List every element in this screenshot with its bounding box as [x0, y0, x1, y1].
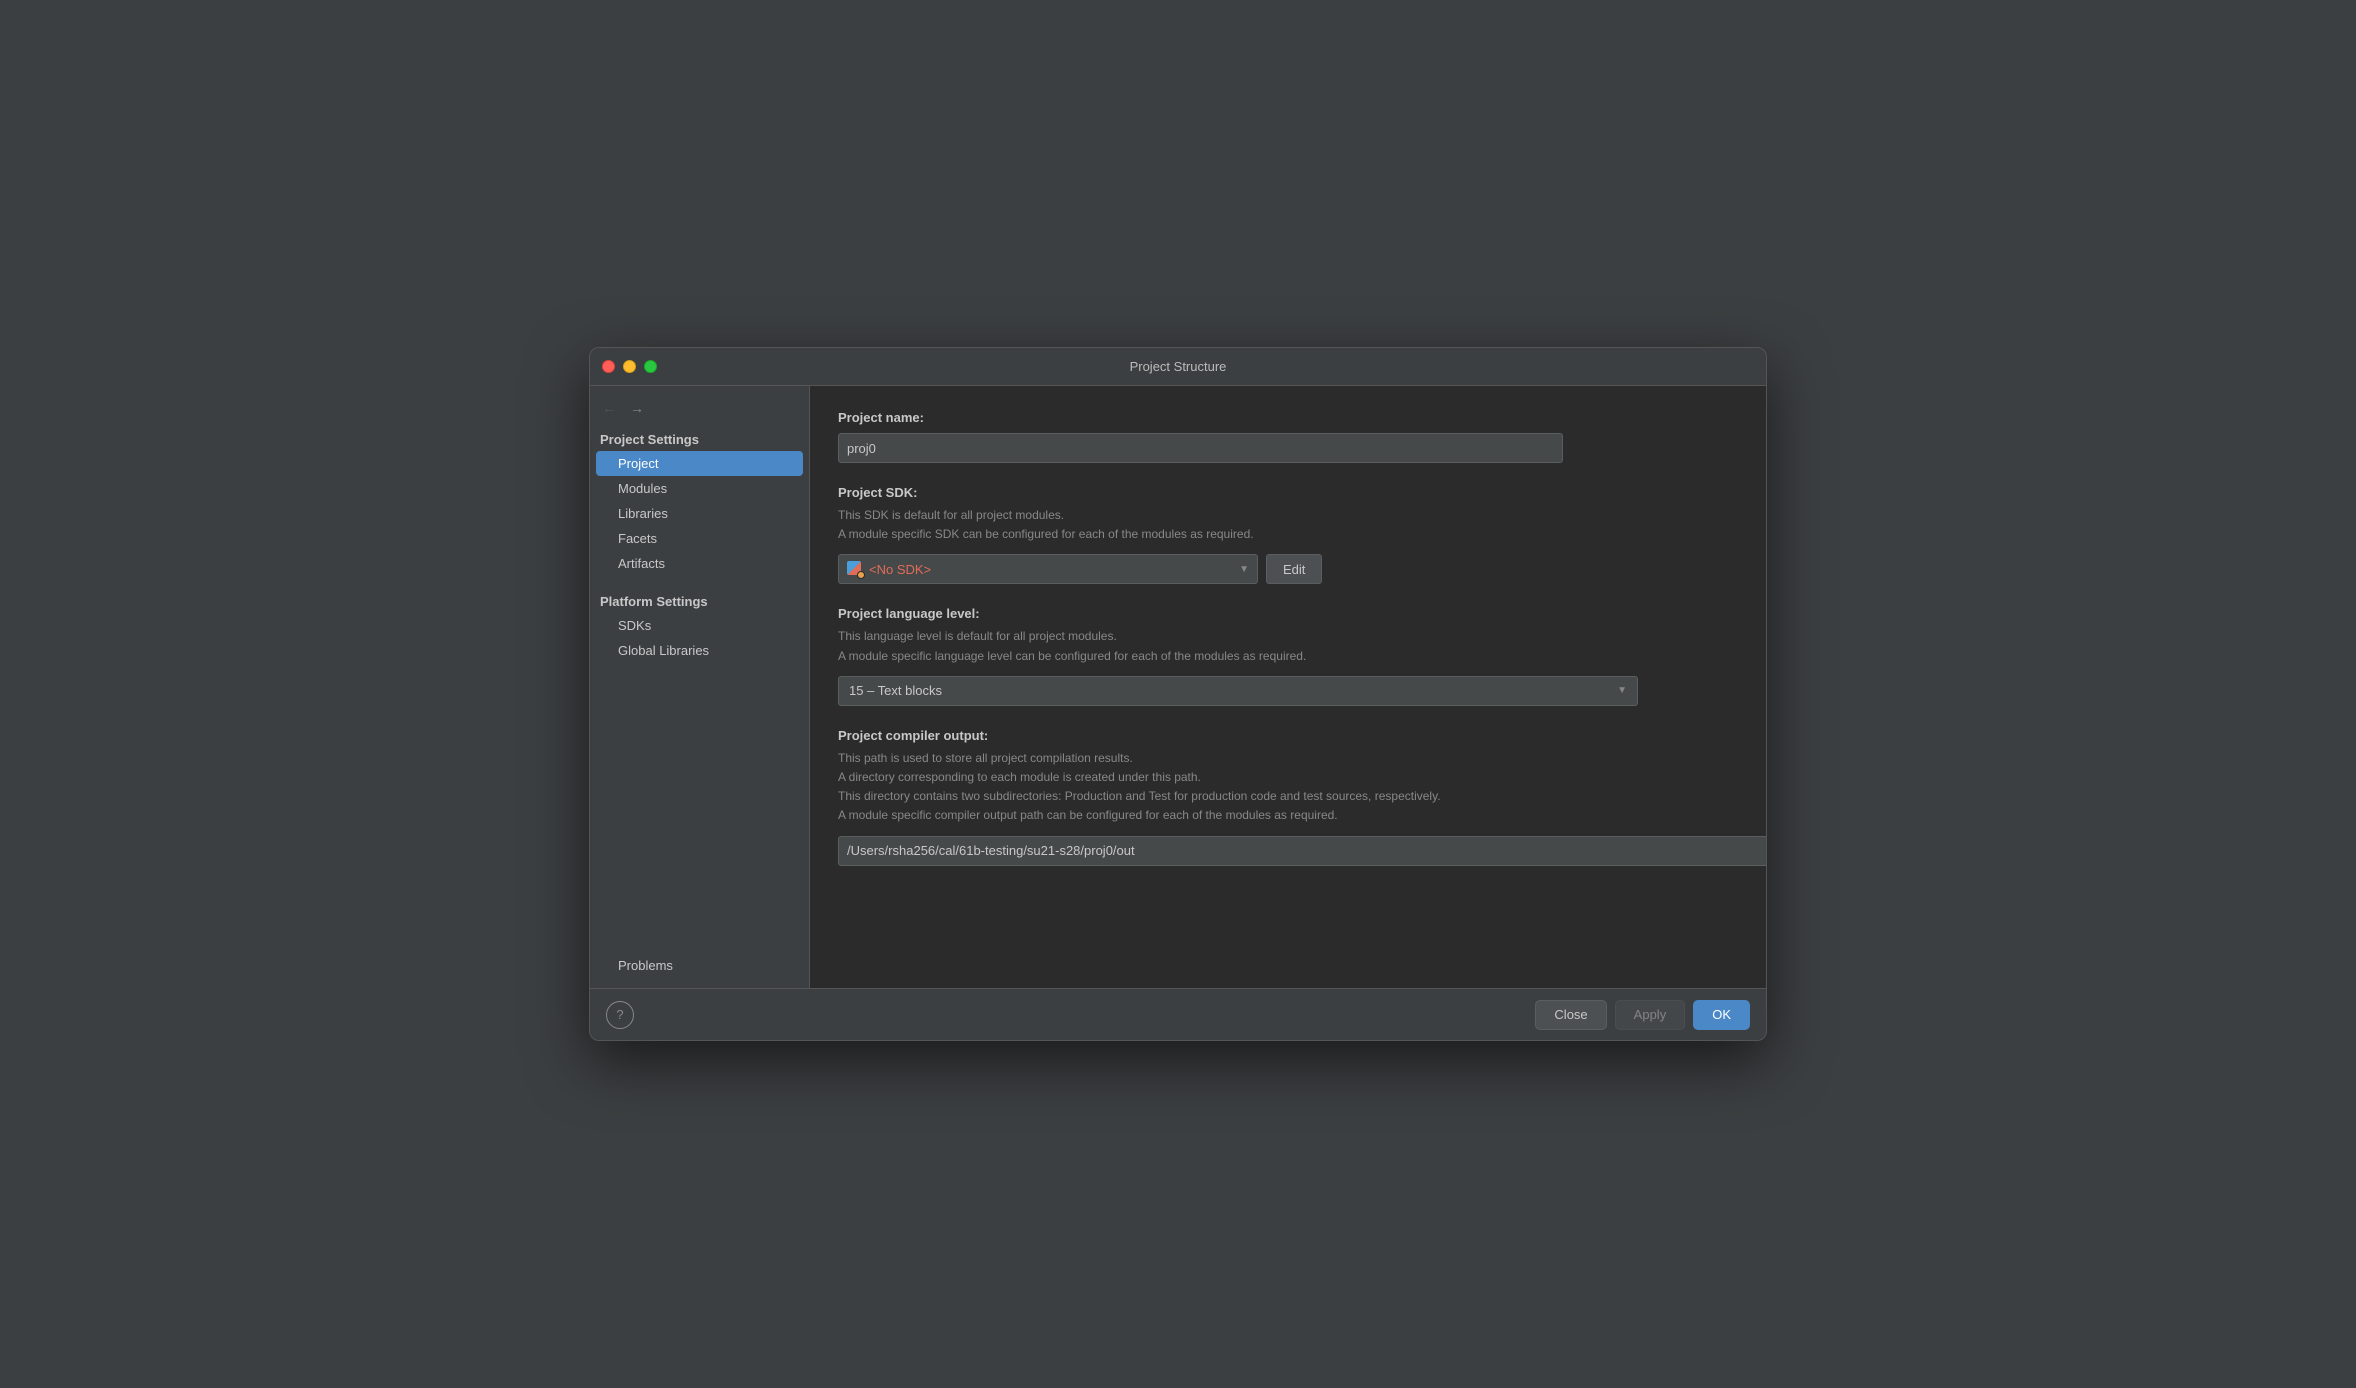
sidebar-item-libraries[interactable]: Libraries	[590, 501, 809, 526]
project-name-label: Project name:	[838, 410, 1738, 425]
close-button[interactable]: Close	[1535, 1000, 1606, 1030]
project-name-section: Project name:	[838, 410, 1738, 463]
project-sdk-desc: This SDK is default for all project modu…	[838, 506, 1738, 544]
sidebar-item-global-libraries[interactable]: Global Libraries	[590, 638, 809, 663]
sidebar-item-facets[interactable]: Facets	[590, 526, 809, 551]
sdk-icon	[847, 561, 863, 577]
ok-button[interactable]: OK	[1693, 1000, 1750, 1030]
compiler-output-section: Project compiler output: This path is us…	[838, 728, 1738, 866]
language-level-desc: This language level is default for all p…	[838, 627, 1738, 665]
apply-button[interactable]: Apply	[1615, 1000, 1686, 1030]
help-button[interactable]: ?	[606, 1001, 634, 1029]
project-name-input[interactable]	[838, 433, 1563, 463]
sidebar-bottom: Problems	[590, 663, 809, 988]
project-sdk-section: Project SDK: This SDK is default for all…	[838, 485, 1738, 584]
maximize-traffic-light[interactable]	[644, 360, 657, 373]
back-arrow[interactable]: ←	[598, 398, 620, 418]
forward-arrow[interactable]: →	[626, 398, 648, 418]
nav-arrows: ← →	[590, 394, 809, 426]
compiler-output-title: Project compiler output:	[838, 728, 1738, 743]
sdk-value: <No SDK>	[869, 562, 931, 577]
titlebar: Project Structure	[590, 348, 1766, 386]
sdk-edit-button[interactable]: Edit	[1266, 554, 1322, 584]
right-panel: Project name: Project SDK: This SDK is d…	[810, 386, 1766, 988]
language-level-section: Project language level: This language le…	[838, 606, 1738, 705]
sdk-dropdown[interactable]: <No SDK> ▼	[838, 554, 1258, 584]
titlebar-title: Project Structure	[1130, 359, 1227, 374]
sidebar-item-modules[interactable]: Modules	[590, 476, 809, 501]
sidebar-item-project[interactable]: Project	[596, 451, 803, 476]
project-structure-window: Project Structure ← → Project Settings P…	[589, 347, 1767, 1041]
traffic-lights	[602, 360, 657, 373]
sdk-dropdown-arrow: ▼	[1239, 564, 1249, 575]
compiler-output-path-input[interactable]	[847, 843, 1766, 858]
sidebar-item-problems[interactable]: Problems	[590, 953, 809, 978]
language-level-value: 15 – Text blocks	[849, 683, 942, 698]
sidebar-item-artifacts[interactable]: Artifacts	[590, 551, 809, 576]
close-traffic-light[interactable]	[602, 360, 615, 373]
minimize-traffic-light[interactable]	[623, 360, 636, 373]
main-content: ← → Project Settings Project Modules Lib…	[590, 386, 1766, 988]
platform-settings-header: Platform Settings	[590, 588, 809, 613]
bottom-buttons: Close Apply OK	[1535, 1000, 1750, 1030]
language-level-dropdown[interactable]: 15 – Text blocks ▼	[838, 676, 1638, 706]
language-level-title: Project language level:	[838, 606, 1738, 621]
project-sdk-title: Project SDK:	[838, 485, 1738, 500]
compiler-output-desc: This path is used to store all project c…	[838, 749, 1738, 826]
sdk-row: <No SDK> ▼ Edit	[838, 554, 1738, 584]
project-settings-header: Project Settings	[590, 426, 809, 451]
sidebar-item-sdks[interactable]: SDKs	[590, 613, 809, 638]
compiler-output-path-row: 📁	[838, 836, 1766, 866]
sidebar: ← → Project Settings Project Modules Lib…	[590, 386, 810, 988]
lang-dropdown-arrow: ▼	[1617, 685, 1627, 696]
bottom-bar: ? Close Apply OK	[590, 988, 1766, 1040]
